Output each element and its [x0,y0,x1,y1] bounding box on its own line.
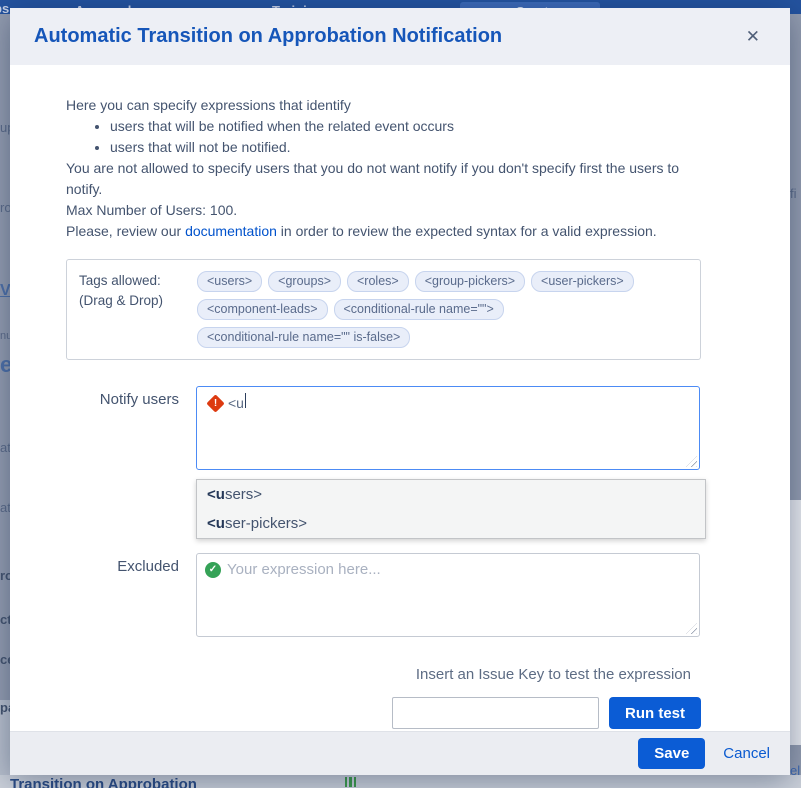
close-icon[interactable]: ✕ [740,23,766,51]
save-button[interactable]: Save [638,738,705,769]
background-page-title: Transition on Approbation [10,776,197,788]
excluded-row: Excluded ✓ Your expression here... [66,553,766,637]
backdrop-text-fragment: ro [0,200,10,215]
tag-chip-roles[interactable]: <roles> [347,271,409,292]
autocomplete-option-users[interactable]: <users> [197,480,705,509]
backdrop-text-fragment: pa [0,700,10,715]
notify-users-label: Notify users [66,386,196,470]
run-test-button[interactable]: Run test [609,697,701,729]
intro-text: Here you can specify expressions that id… [66,95,711,242]
notify-users-textarea[interactable]: ! <u [196,386,700,470]
dialog-body: Here you can specify expressions that id… [10,65,790,731]
test-expression-section: Insert an Issue Key to test the expressi… [66,664,701,729]
intro-line-1: Here you can specify expressions that id… [66,95,711,116]
backdrop-text-fragment: fi [790,186,801,201]
tag-chip-list: <users> <groups> <roles> <group-pickers>… [197,271,688,348]
intro-bullet-2: users that will not be notified. [110,137,711,158]
tag-chip-groups[interactable]: <groups> [268,271,341,292]
tag-chip-users[interactable]: <users> [197,271,262,292]
tag-chip-user-pickers[interactable]: <user-pickers> [531,271,634,292]
tag-chip-group-pickers[interactable]: <group-pickers> [415,271,525,292]
intro-line-3: Max Number of Users: 100. [66,200,711,221]
test-expression-controls: Run test [66,697,701,729]
test-expression-caption: Insert an Issue Key to test the expressi… [66,664,701,685]
notify-users-row: Notify users ! <u [66,386,766,470]
columns-icon [345,777,356,787]
background-page-strip: Transition on Approbation [0,775,801,788]
tag-chip-conditional-rule[interactable]: <conditional-rule name=""> [334,299,504,320]
documentation-link[interactable]: documentation [185,223,277,239]
backdrop-text-fragment: e [0,352,10,378]
tag-chip-component-leads[interactable]: <component-leads> [197,299,328,320]
cancel-link[interactable]: Cancel [723,745,770,762]
backdrop-text-fragment: up [0,120,10,135]
backdrop-text-fragment: V [0,282,10,300]
dialog-header: Automatic Transition on Approbation Noti… [10,8,790,65]
autocomplete-option-user-pickers[interactable]: <user-pickers> [197,509,705,538]
tags-allowed-label: Tags allowed: (Drag & Drop) [79,271,197,348]
backdrop-text-fragment: nu [0,330,10,342]
backdrop-text-fragment: ro [0,568,10,583]
resize-handle-icon[interactable] [686,623,697,634]
navbar-fragment: ps [0,1,9,14]
intro-bullets: users that will be notified when the rel… [66,116,711,158]
error-icon: ! [206,394,224,412]
notification-dialog: Automatic Transition on Approbation Noti… [10,8,790,775]
tags-allowed-box: Tags allowed: (Drag & Drop) <users> <gro… [66,259,701,360]
autocomplete-dropdown: <users> <user-pickers> [196,479,706,539]
excluded-label: Excluded [66,553,196,637]
backdrop-text-fragment: ce [0,652,10,667]
dialog-footer: Save Cancel [10,731,790,775]
backdrop-text-fragment: ct [0,612,10,627]
dialog-title: Automatic Transition on Approbation Noti… [34,25,502,48]
intro-line-2: You are not allowed to specify users tha… [66,158,711,200]
excluded-placeholder: Your expression here... [227,560,381,580]
text-cursor [245,393,246,408]
intro-line-4: Please, review our documentation in orde… [66,221,711,242]
notify-users-value: <u [228,393,244,414]
issue-key-input[interactable] [392,697,599,729]
backdrop-panel [790,500,801,745]
intro-bullet-1: users that will be notified when the rel… [110,116,711,137]
resize-handle-icon[interactable] [686,456,697,467]
tag-chip-conditional-rule-is-false[interactable]: <conditional-rule name="" is-false> [197,327,410,348]
backdrop-text-fragment: at [0,500,10,515]
success-check-icon: ✓ [205,562,221,578]
excluded-textarea[interactable]: ✓ Your expression here... [196,553,700,637]
backdrop-text-fragment: at [0,440,10,455]
